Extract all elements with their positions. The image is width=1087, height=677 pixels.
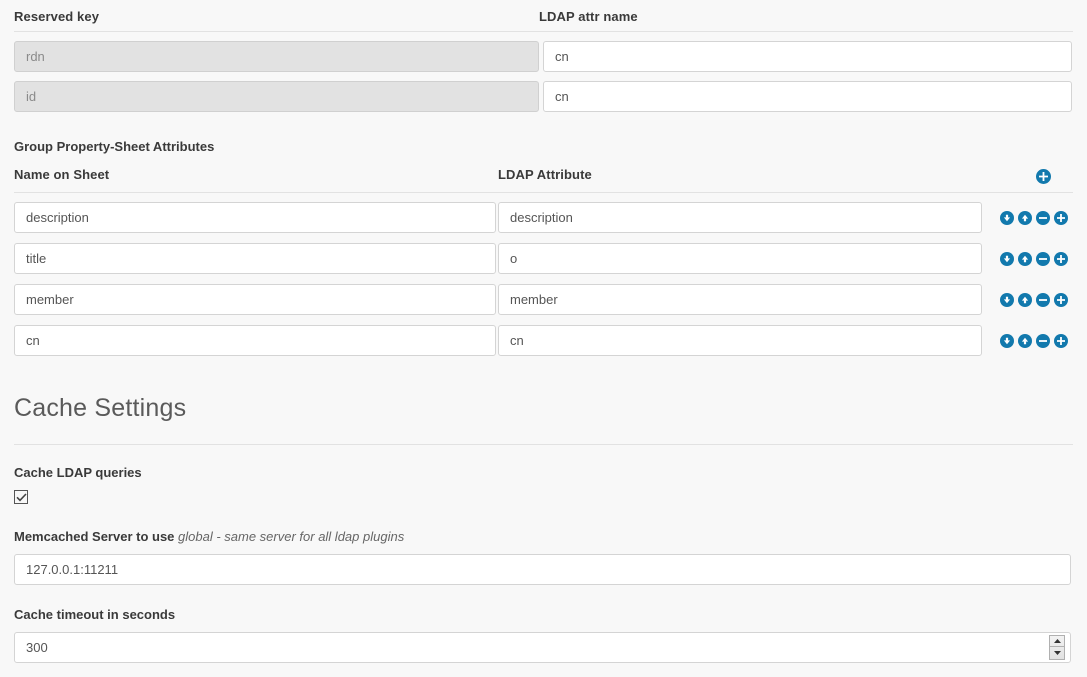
reserved-key-section: Reserved key LDAP attr name [0, 0, 1087, 112]
stepper-up-icon[interactable] [1050, 636, 1064, 647]
cache-timeout-input[interactable] [14, 631, 1071, 663]
name-on-sheet-input-0[interactable] [14, 202, 496, 233]
ldap-attribute-column-header: LDAP Attribute [498, 167, 592, 182]
ldap-attribute-input-2[interactable] [498, 284, 982, 315]
memcached-server-label-text: Memcached Server to use [14, 528, 175, 544]
group-attributes-rows [0, 193, 1087, 356]
name-on-sheet-input-3[interactable] [14, 325, 496, 356]
cache-ldap-queries-label: Cache LDAP queries [14, 464, 142, 480]
move-down-icon[interactable] [1000, 210, 1014, 225]
table-row [14, 243, 1073, 274]
reserved-key-field-id[interactable] [14, 81, 539, 112]
cache-ldap-queries-checkbox[interactable] [14, 490, 28, 504]
group-property-sheet-attributes-section: Group Property-Sheet Attributes Name on … [0, 121, 1087, 356]
move-up-icon[interactable] [1018, 333, 1032, 348]
name-on-sheet-input-1[interactable] [14, 243, 496, 274]
cache-settings-section: Cache Settings Cache LDAP queries Memcac… [0, 377, 1087, 677]
ldap-attribute-input-0[interactable] [498, 202, 982, 233]
remove-icon[interactable] [1036, 251, 1050, 266]
table-row [14, 284, 1073, 315]
add-icon[interactable] [1054, 251, 1068, 266]
add-icon[interactable] [1054, 333, 1068, 348]
add-icon[interactable] [1054, 292, 1068, 307]
table-row [14, 202, 1073, 233]
remove-icon[interactable] [1036, 292, 1050, 307]
ldap-attribute-input-1[interactable] [498, 243, 982, 274]
table-row [14, 81, 1073, 112]
stepper-down-icon[interactable] [1050, 647, 1064, 659]
ldap-attribute-input-3[interactable] [498, 325, 982, 356]
cache-ldap-queries-checkbox-wrap [0, 481, 1087, 507]
move-up-icon[interactable] [1018, 251, 1032, 266]
move-up-icon[interactable] [1018, 210, 1032, 225]
name-on-sheet-input-2[interactable] [14, 284, 496, 315]
memcached-server-input[interactable] [14, 553, 1071, 585]
plus-circle-icon[interactable] [1036, 169, 1051, 184]
group-attributes-title: Group Property-Sheet Attributes [14, 139, 215, 154]
row-actions-3 [982, 333, 1073, 348]
memcached-server-label: Memcached Server to use global - same se… [0, 507, 1087, 545]
add-icon[interactable] [1054, 210, 1068, 225]
ldap-attr-field-rdn[interactable] [543, 41, 1072, 72]
move-down-icon[interactable] [1000, 292, 1014, 307]
cache-settings-heading: Cache Settings [14, 393, 187, 422]
group-attributes-header-row: Name on Sheet LDAP Attribute [0, 154, 1087, 186]
ldap-attr-field-id[interactable] [543, 81, 1072, 112]
ldap-plugin-settings-page: Reserved key LDAP attr name Group Proper… [0, 0, 1087, 677]
reserved-key-field-rdn[interactable] [14, 41, 539, 72]
move-up-icon[interactable] [1018, 292, 1032, 307]
reserved-key-header-row: Reserved key LDAP attr name [14, 0, 1073, 31]
reserved-header-divider [14, 31, 1073, 32]
row-actions-2 [982, 292, 1073, 307]
cache-timeout-stepper[interactable] [1049, 634, 1065, 660]
move-down-icon[interactable] [1000, 251, 1014, 266]
row-actions-1 [982, 251, 1073, 266]
cache-timeout-field-wrap [14, 631, 1071, 663]
table-row [14, 325, 1073, 356]
memcached-server-hint: global - same server for all ldap plugin… [178, 528, 405, 544]
table-row [14, 41, 1073, 72]
move-down-icon[interactable] [1000, 333, 1014, 348]
row-actions-0 [982, 210, 1073, 225]
remove-icon[interactable] [1036, 333, 1050, 348]
reserved-key-column-header: Reserved key [14, 9, 100, 24]
remove-icon[interactable] [1036, 210, 1050, 225]
ldap-attr-name-column-header: LDAP attr name [539, 9, 638, 24]
add-attribute-row-cell [982, 167, 1073, 186]
cache-timeout-label: Cache timeout in seconds [14, 606, 176, 622]
form-actions: Save [0, 663, 1087, 677]
name-on-sheet-column-header: Name on Sheet [14, 167, 110, 182]
